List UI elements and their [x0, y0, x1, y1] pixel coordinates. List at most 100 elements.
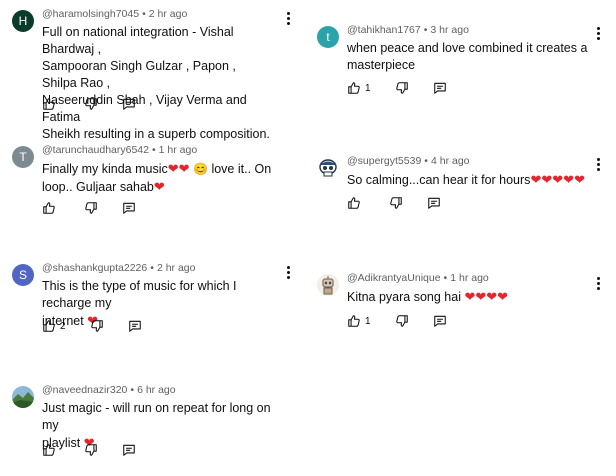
- like-count: 1: [365, 315, 371, 327]
- like-icon: [43, 202, 55, 214]
- comment-meta: @haramolsingh7045 • 2 hr ago: [42, 8, 187, 20]
- comment-text: Full on national integration - Vishal Bh…: [42, 24, 274, 143]
- like-count: 2: [60, 320, 66, 332]
- heart-emoji: ❤: [574, 172, 585, 187]
- robot-cartoon-avatar: [317, 274, 339, 296]
- separator: •: [423, 24, 428, 36]
- dislike-button[interactable]: [84, 97, 98, 111]
- comment-line: Just magic - will run on repeat for long…: [42, 401, 271, 432]
- comment-line: when peace and love combined it creates …: [347, 41, 588, 55]
- comment-line: loop.. Guljaar sahab❤: [42, 179, 165, 194]
- more-options-button[interactable]: [286, 12, 292, 26]
- comment-text: when peace and love combined it creates …: [347, 40, 587, 74]
- like-icon: [348, 197, 360, 209]
- username[interactable]: @supergyt5539: [347, 155, 421, 167]
- avatar[interactable]: T: [12, 146, 34, 168]
- timestamp[interactable]: 1 hr ago: [450, 272, 489, 284]
- comment-text: Kitna pyara song hai ❤❤❤❤: [347, 288, 508, 306]
- comment-supergyt: @supergyt5539 • 4 hr ago So calming...can …: [317, 155, 597, 217]
- like-count: 1: [365, 82, 371, 94]
- dislike-icon: [90, 320, 103, 332]
- timestamp[interactable]: 6 hr ago: [137, 384, 176, 396]
- avatar[interactable]: [317, 274, 339, 296]
- like-icon: [43, 320, 55, 332]
- username[interactable]: @naveednazir320: [42, 384, 127, 396]
- timestamp[interactable]: 1 hr ago: [159, 144, 198, 156]
- comment-haramolsingh: H @haramolsingh7045 • 2 hr ago Full on nat…: [12, 8, 274, 141]
- reply-button[interactable]: [122, 443, 136, 457]
- like-button[interactable]: 1: [347, 81, 371, 95]
- reply-button[interactable]: [128, 319, 142, 333]
- avatar[interactable]: [12, 386, 34, 408]
- comment-actions: [42, 200, 160, 216]
- like-button[interactable]: [42, 97, 60, 111]
- comment-text: So calming...can hear it for hours❤❤❤❤❤: [347, 171, 585, 189]
- comment-meta: @tarunchaudhary6542 • 1 hr ago: [42, 144, 197, 156]
- comment-text: Finally my kinda music❤❤ 😊 love it.. On …: [42, 160, 271, 196]
- dislike-button[interactable]: [389, 196, 403, 210]
- reply-button[interactable]: [427, 196, 441, 210]
- like-button[interactable]: [347, 196, 365, 210]
- comment-naveednazir: @naveednazir320 • 6 hr ago Just magic - wi…: [12, 384, 274, 458]
- landscape-photo-avatar: [12, 386, 34, 408]
- reply-button[interactable]: [122, 201, 136, 215]
- avatar[interactable]: [317, 157, 339, 179]
- username[interactable]: @AdikrantyaUnique: [347, 272, 441, 284]
- dislike-button[interactable]: [395, 314, 409, 328]
- avatar[interactable]: S: [12, 264, 34, 286]
- heart-emoji: ❤: [541, 172, 553, 187]
- dislike-button[interactable]: [84, 443, 98, 457]
- heart-emoji: ❤: [464, 289, 476, 304]
- skull-cartoon-avatar: [317, 157, 339, 179]
- avatar[interactable]: t: [317, 26, 339, 48]
- username[interactable]: @tarunchaudhary6542: [42, 144, 149, 156]
- dislike-icon: [395, 315, 408, 327]
- dislike-icon: [85, 202, 97, 214]
- username[interactable]: @haramolsingh7045: [42, 8, 139, 20]
- timestamp[interactable]: 2 hr ago: [149, 8, 188, 20]
- more-options-button[interactable]: [596, 27, 602, 41]
- comment-meta: @shashankgupta2226 • 2 hr ago: [42, 262, 195, 274]
- dislike-button[interactable]: [84, 201, 98, 215]
- reply-button[interactable]: [122, 97, 136, 111]
- comment-actions: [347, 195, 465, 211]
- comment-line: Full on national integration - Vishal Bh…: [42, 25, 234, 56]
- dislike-icon: [395, 82, 408, 94]
- reply-icon: [128, 320, 141, 332]
- dislike-icon: [390, 197, 402, 209]
- separator: •: [150, 262, 154, 274]
- timestamp[interactable]: 2 hr ago: [157, 262, 196, 274]
- more-options-button[interactable]: [596, 277, 602, 291]
- more-options-button[interactable]: [286, 266, 292, 280]
- comment-tarunchaudhary: T @tarunchaudhary6542 • 1 hr ago Finally m…: [12, 144, 274, 218]
- reply-icon: [433, 82, 446, 94]
- heart-emoji: ❤: [178, 161, 190, 176]
- comment-meta: @supergyt5539 • 4 hr ago: [347, 155, 470, 167]
- dislike-button[interactable]: [90, 319, 104, 333]
- comment-meta: @tahikhan1767 • 3 hr ago: [347, 24, 469, 36]
- comment-shashankgupta: S @shashankgupta2226 • 2 hr ago This is th…: [12, 262, 274, 336]
- separator: •: [443, 272, 448, 284]
- reply-button[interactable]: [433, 314, 447, 328]
- timestamp[interactable]: 4 hr ago: [431, 155, 470, 167]
- heart-emoji: ❤: [153, 179, 165, 194]
- reply-icon: [123, 202, 135, 214]
- username[interactable]: @tahikhan1767: [347, 24, 421, 36]
- comment-line: Sheikh resulting in a superb composition…: [42, 127, 270, 141]
- comment-line: Kitna pyara song hai ❤❤❤❤: [347, 289, 509, 304]
- username[interactable]: @shashankgupta2226: [42, 262, 147, 274]
- like-button[interactable]: 2: [42, 319, 66, 333]
- comment-tahikhan: t @tahikhan1767 • 3 hr ago when peace and …: [317, 24, 597, 98]
- like-button[interactable]: 1: [347, 314, 371, 328]
- dislike-button[interactable]: [395, 81, 409, 95]
- timestamp[interactable]: 3 hr ago: [430, 24, 469, 36]
- like-button[interactable]: [42, 201, 60, 215]
- avatar[interactable]: H: [12, 10, 34, 32]
- reply-button[interactable]: [433, 81, 447, 95]
- like-button[interactable]: [42, 443, 60, 457]
- heart-emoji: ❤: [167, 161, 179, 176]
- comment-adikrantyaunique: @AdikrantyaUnique • 1 hr ago Kitna pyara s…: [317, 272, 597, 334]
- separator: •: [424, 155, 428, 167]
- more-options-button[interactable]: [596, 158, 602, 172]
- comment-actions: 2: [42, 318, 166, 334]
